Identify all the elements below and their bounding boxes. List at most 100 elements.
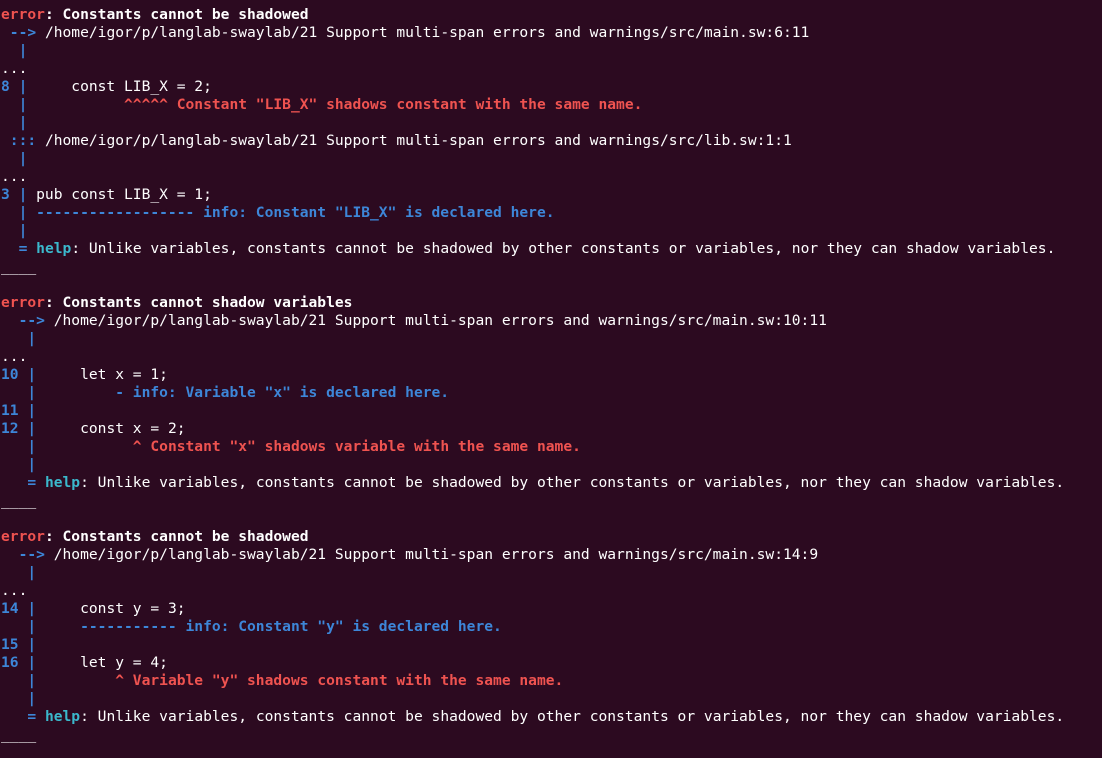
- terminal-text-segment: |: [1, 456, 37, 473]
- terminal-text-segment: | ------------------ info: Constant "LIB…: [1, 204, 555, 221]
- terminal-text-segment: |: [1, 564, 37, 581]
- terminal-text-segment: const LIB_X = 2;: [27, 78, 212, 95]
- terminal-text-segment: :::: [1, 132, 37, 149]
- terminal-line: |: [0, 456, 1102, 474]
- terminal-text-segment: : Unlike variables, constants cannot be …: [80, 474, 1065, 491]
- terminal-line: |: [0, 150, 1102, 168]
- terminal-line: 15 |: [0, 636, 1102, 654]
- terminal-line: --> /home/igor/p/langlab-swaylab/21 Supp…: [0, 312, 1102, 330]
- terminal-text-segment: |: [1, 222, 28, 239]
- terminal-text-segment: | ----------- info: Constant "y" is decl…: [1, 618, 502, 635]
- terminal-text-segment: |: [1, 150, 28, 167]
- terminal-text-segment: : Constants cannot be shadowed: [44, 528, 309, 545]
- terminal-text-segment: |: [1, 438, 37, 455]
- terminal-text-segment: error: [1, 294, 45, 311]
- terminal-window[interactable]: error: Constants cannot be shadowed --> …: [0, 0, 1102, 758]
- terminal-text-segment: -->: [1, 546, 45, 563]
- terminal-text-segment: |: [1, 330, 37, 347]
- terminal-line: --> /home/igor/p/langlab-swaylab/21 Supp…: [0, 546, 1102, 564]
- terminal-text-segment: 8 |: [1, 78, 28, 95]
- terminal-text-segment: =: [1, 474, 45, 491]
- terminal-line: |: [0, 564, 1102, 582]
- terminal-line: ...: [0, 168, 1102, 186]
- terminal-line: 12 | const x = 2;: [0, 420, 1102, 438]
- terminal-text-segment: ...: [1, 168, 28, 185]
- terminal-line: | ------------------ info: Constant "LIB…: [0, 204, 1102, 222]
- terminal-text-segment: |: [1, 114, 28, 131]
- terminal-text-segment: ...: [1, 60, 28, 77]
- terminal-text-segment: ____: [1, 258, 37, 275]
- terminal-line: --> /home/igor/p/langlab-swaylab/21 Supp…: [0, 24, 1102, 42]
- terminal-line: | - info: Variable "x" is declared here.: [0, 384, 1102, 402]
- terminal-text-segment: help: [44, 708, 81, 725]
- terminal-text-segment: ^ Constant "x" shadows variable with the…: [36, 438, 581, 455]
- terminal-text-segment: : Unlike variables, constants cannot be …: [80, 708, 1065, 725]
- terminal-line: = help: Unlike variables, constants cann…: [0, 708, 1102, 726]
- terminal-text-segment: | - info: Variable "x" is declared here.: [1, 384, 450, 401]
- terminal-text-segment: 15 |: [1, 636, 37, 653]
- terminal-line: |: [0, 114, 1102, 132]
- terminal-line: ____: [0, 258, 1102, 276]
- terminal-line: 10 | let x = 1;: [0, 366, 1102, 384]
- terminal-line: error: Constants cannot be shadowed: [0, 528, 1102, 546]
- terminal-text-segment: 11 |: [1, 402, 37, 419]
- terminal-text-segment: ...: [1, 582, 28, 599]
- terminal-line: |: [0, 690, 1102, 708]
- terminal-line: | ----------- info: Constant "y" is decl…: [0, 618, 1102, 636]
- terminal-line: |: [0, 222, 1102, 240]
- terminal-text-segment: /home/igor/p/langlab-swaylab/21 Support …: [44, 546, 819, 563]
- terminal-line: = help: Unlike variables, constants cann…: [0, 240, 1102, 258]
- terminal-text-segment: 14 |: [1, 600, 37, 617]
- terminal-text-segment: pub const LIB_X = 1;: [27, 186, 212, 203]
- terminal-text-segment: error: [1, 6, 45, 23]
- terminal-text-segment: const x = 2;: [36, 420, 186, 437]
- terminal-line: |: [0, 330, 1102, 348]
- terminal-line: error: Constants cannot be shadowed: [0, 6, 1102, 24]
- terminal-text-segment: help: [44, 474, 81, 491]
- terminal-text-segment: /home/igor/p/langlab-swaylab/21 Support …: [44, 312, 827, 329]
- terminal-text-segment: |: [1, 96, 28, 113]
- terminal-line: ::: /home/igor/p/langlab-swaylab/21 Supp…: [0, 132, 1102, 150]
- terminal-text-segment: 12 |: [1, 420, 37, 437]
- terminal-line: ____: [0, 726, 1102, 744]
- terminal-text-segment: /home/igor/p/langlab-swaylab/21 Support …: [36, 24, 810, 41]
- terminal-line: 14 | const y = 3;: [0, 600, 1102, 618]
- terminal-text-segment: 3 |: [1, 186, 28, 203]
- terminal-text-segment: |: [1, 672, 37, 689]
- terminal-text-segment: 10 |: [1, 366, 37, 383]
- terminal-text-segment: let x = 1;: [36, 366, 168, 383]
- terminal-text-segment: -->: [1, 24, 37, 41]
- terminal-line: ____: [0, 492, 1102, 510]
- terminal-text-segment: : Constants cannot be shadowed: [44, 6, 309, 23]
- terminal-text-segment: =: [1, 708, 45, 725]
- terminal-line: ...: [0, 60, 1102, 78]
- terminal-line: 16 | let y = 4;: [0, 654, 1102, 672]
- terminal-line: |: [0, 42, 1102, 60]
- terminal-text-segment: =: [1, 240, 37, 257]
- terminal-text-segment: ^ Variable "y" shadows constant with the…: [36, 672, 564, 689]
- terminal-text-segment: |: [1, 42, 28, 59]
- terminal-text-segment: ____: [1, 726, 37, 743]
- terminal-text-segment: ...: [1, 348, 28, 365]
- terminal-line: | ^ Variable "y" shadows constant with t…: [0, 672, 1102, 690]
- terminal-line: ...: [0, 582, 1102, 600]
- terminal-text-segment: : Constants cannot shadow variables: [44, 294, 353, 311]
- terminal-text-segment: /home/igor/p/langlab-swaylab/21 Support …: [36, 132, 792, 149]
- terminal-line: error: Constants cannot shadow variables: [0, 294, 1102, 312]
- terminal-text-segment: const y = 3;: [36, 600, 186, 617]
- terminal-text-segment: 16 |: [1, 654, 37, 671]
- terminal-text-segment: |: [1, 690, 37, 707]
- terminal-text-segment: let y = 4;: [36, 654, 168, 671]
- terminal-line: = help: Unlike variables, constants cann…: [0, 474, 1102, 492]
- terminal-line: 8 | const LIB_X = 2;: [0, 78, 1102, 96]
- terminal-text-segment: -->: [1, 312, 45, 329]
- terminal-text-segment: : Unlike variables, constants cannot be …: [71, 240, 1056, 257]
- terminal-text-segment: error: [1, 528, 45, 545]
- terminal-line: | ^ Constant "x" shadows variable with t…: [0, 438, 1102, 456]
- terminal-line: 11 |: [0, 402, 1102, 420]
- terminal-text-segment: ^^^^^ Constant "LIB_X" shadows constant …: [27, 96, 643, 113]
- terminal-text-segment: ____: [1, 492, 37, 509]
- terminal-line: ...: [0, 348, 1102, 366]
